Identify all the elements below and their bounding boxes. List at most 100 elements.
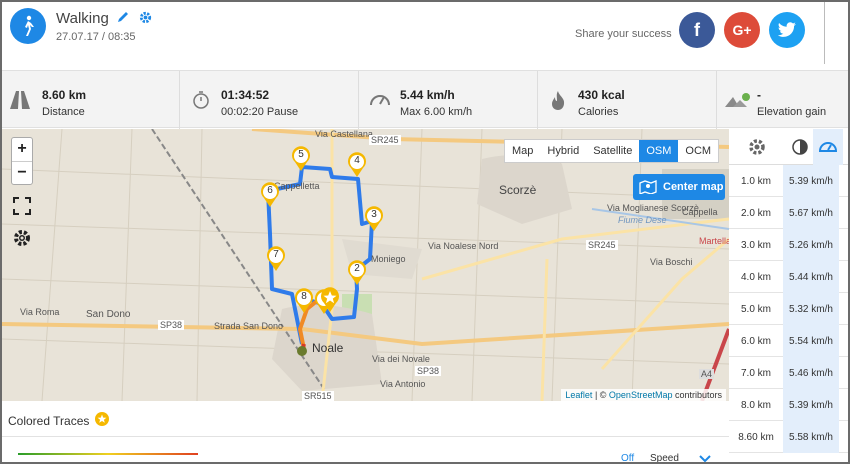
stat-label: Distance — [42, 106, 85, 118]
waypoint-marker[interactable]: 6 — [260, 182, 280, 213]
split-distance: 8.60 km — [738, 432, 774, 443]
chevron-down-icon[interactable] — [698, 451, 712, 462]
activity-datetime: 27.07.17 / 08:35 — [56, 31, 136, 43]
splits-header — [729, 129, 848, 165]
split-distance: 1.0 km — [740, 176, 771, 187]
google-plus-share-button[interactable]: G+ — [724, 12, 760, 48]
layer-satellite-button[interactable]: Satellite — [586, 140, 639, 162]
map-label-sr245: SR245 — [369, 135, 401, 145]
map-label-via-boschi: Via Boschi — [650, 257, 693, 267]
pace-icon[interactable] — [791, 138, 809, 161]
map-label-via-castellana: Via Castellana — [315, 129, 373, 139]
zoom-in-button[interactable]: + — [12, 138, 32, 161]
waypoint-marker[interactable]: 4 — [347, 152, 367, 183]
map-label-sr515: SR515 — [302, 391, 334, 401]
split-distance: 8.0 km — [740, 400, 771, 411]
map-label-moniego: Moniego — [371, 254, 406, 264]
gear-icon[interactable] — [138, 10, 153, 30]
map-settings-gear-icon[interactable] — [11, 227, 33, 249]
route-map[interactable]: Scorzè Noale Moniego Cappelletta San Don… — [2, 129, 729, 401]
map-label-sp38: SP38 — [158, 320, 185, 330]
map-label-san-dono: San Dono — [86, 309, 131, 320]
stat-elevation: - Elevation gain — [717, 71, 848, 129]
twitter-share-button[interactable] — [769, 12, 805, 48]
attribution-tail: contributors — [672, 390, 722, 400]
map-label-martella: Martella — [699, 236, 729, 246]
share-label: Share your success — [575, 28, 672, 40]
osm-link[interactable]: OpenStreetMap — [609, 390, 673, 400]
map-label-via-dei-novale: Via dei Novale — [372, 354, 430, 364]
split-speed: 5.67 km/h — [783, 197, 839, 229]
colored-traces-label: Colored Traces — [8, 413, 90, 428]
star-badge-icon — [95, 412, 110, 429]
fullscreen-icon[interactable] — [11, 195, 33, 217]
split-row: 1.0 km 5.39 km/h — [729, 165, 848, 197]
map-pin-icon — [639, 180, 657, 194]
split-speed: 5.39 km/h — [783, 165, 839, 197]
stat-value: 8.60 km — [42, 88, 87, 102]
section-divider — [2, 436, 729, 437]
stopwatch-icon — [192, 91, 210, 114]
layer-map-button[interactable]: Map — [505, 140, 540, 162]
map-label-sr245-b: SR245 — [586, 240, 618, 250]
stat-label: Elevation gain — [757, 106, 827, 118]
layer-ocm-button[interactable]: OCM — [678, 140, 718, 162]
waypoint-marker[interactable]: 5 — [291, 146, 311, 177]
waypoint-marker[interactable]: 8 — [294, 288, 314, 319]
google-plus-icon: G+ — [732, 22, 752, 38]
split-distance: 6.0 km — [740, 336, 771, 347]
split-speed: 5.26 km/h — [783, 229, 839, 261]
waypoint-marker[interactable]: 2 — [347, 260, 367, 291]
split-speed: 5.44 km/h — [783, 261, 839, 293]
stat-calories: 430 kcal Calories — [538, 71, 717, 129]
stat-value: 430 kcal — [578, 88, 625, 102]
header-divider — [824, 2, 825, 64]
waypoint-marker[interactable]: 3 — [364, 206, 384, 237]
traces-off-toggle[interactable]: Off — [621, 453, 634, 462]
stat-value: 01:34:52 — [221, 88, 270, 102]
split-speed: 5.39 km/h — [783, 389, 839, 421]
star-marker[interactable] — [320, 287, 340, 318]
split-row: 5.0 km 5.32 km/h — [729, 293, 848, 325]
activity-header: Walking 27.07.17 / 08:35 Share your succ… — [2, 2, 848, 64]
split-distance: 7.0 km — [740, 368, 771, 379]
gear-icon[interactable] — [747, 137, 767, 162]
colored-traces-section: Colored Traces — [8, 412, 110, 429]
waypoint-label: 7 — [273, 249, 279, 260]
split-row: 7.0 km 5.46 km/h — [729, 357, 848, 389]
map-label-noale: Noale — [312, 341, 344, 355]
leaflet-link[interactable]: Leaflet — [565, 390, 592, 400]
layer-osm-button[interactable]: OSM — [639, 140, 679, 162]
speed-icon[interactable] — [813, 129, 843, 165]
split-distance: 4.0 km — [740, 272, 771, 283]
facebook-share-button[interactable]: f — [679, 12, 715, 48]
activity-title: Walking — [56, 10, 109, 27]
waypoint-label: 6 — [267, 185, 273, 196]
zoom-out-button[interactable]: − — [12, 161, 32, 184]
split-speed: 5.58 km/h — [783, 421, 839, 453]
stats-bar: 8.60 km Distance 01:34:52 00:02:20 Pause… — [2, 70, 848, 129]
waypoint-label: 5 — [298, 149, 304, 160]
pencil-icon[interactable] — [116, 10, 130, 29]
center-map-button[interactable]: Center map — [633, 174, 725, 200]
twitter-icon — [777, 22, 796, 37]
split-row: 6.0 km 5.54 km/h — [729, 325, 848, 357]
split-row: 8.0 km 5.39 km/h — [729, 389, 848, 421]
attribution-separator: | © — [592, 390, 609, 400]
speedometer-icon — [369, 91, 391, 112]
walking-icon — [10, 8, 46, 44]
traces-metric-select[interactable]: Speed — [650, 453, 679, 462]
stat-label: Calories — [578, 106, 619, 118]
layer-hybrid-button[interactable]: Hybrid — [540, 140, 586, 162]
map-label-via-noalese: Via Noalese Nord — [428, 241, 499, 251]
mountain-icon — [725, 91, 751, 114]
layer-switcher: Map Hybrid Satellite OSM OCM — [504, 139, 720, 163]
map-label-strada-san-dono: Strada San Dono — [214, 321, 284, 331]
map-label-cappelletta: Cappelletta — [274, 181, 320, 191]
split-speed: 5.32 km/h — [783, 293, 839, 325]
waypoint-marker[interactable]: 7 — [266, 246, 286, 277]
facebook-icon: f — [694, 19, 700, 40]
waypoint-label: 8 — [301, 291, 307, 302]
map-label-a4: A4 — [699, 369, 715, 379]
stat-label: 00:02:20 Pause — [221, 106, 299, 118]
